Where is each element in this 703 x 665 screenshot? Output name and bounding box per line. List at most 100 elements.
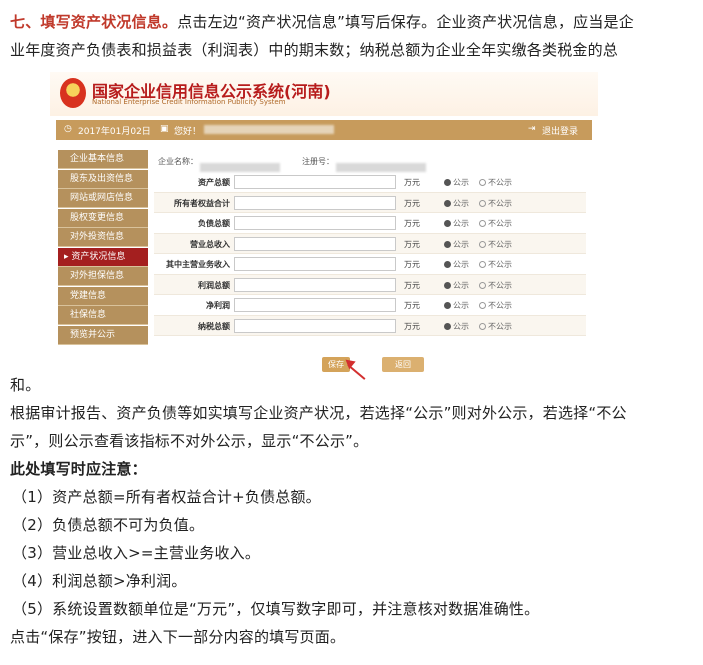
not-public-radio[interactable]: 不公示 (479, 300, 512, 311)
radio-checked-icon (444, 322, 451, 330)
form-row-total-tax: 纳税总额 万元 公示 不公示 (154, 315, 586, 336)
not-public-label: 不公示 (488, 198, 512, 208)
field-label: 净利润 (206, 301, 230, 310)
form-row-total-liabilities: 负债总额 万元 公示 不公示 (154, 213, 586, 234)
reg-no-label: 注册号： (302, 157, 334, 166)
form-row-total-assets: 资产总额 万元 公示 不公示 (154, 172, 586, 193)
total-assets-input[interactable] (234, 175, 396, 189)
total-revenue-input[interactable] (234, 236, 396, 251)
greeting: 您好！ (174, 127, 202, 137)
unit-label: 万元 (404, 239, 420, 249)
not-public-radio[interactable]: 不公示 (479, 280, 512, 291)
public-radio[interactable]: 公示 (444, 300, 469, 311)
public-label: 公示 (453, 239, 469, 249)
field-label: 营业总收入 (190, 239, 230, 249)
radio-checked-icon (444, 199, 451, 207)
sidebar-item-social-security[interactable]: 社保信息 (58, 306, 148, 325)
company-meta: 企业名称： 注册号： (154, 150, 586, 172)
field-label: 利润总额 (198, 280, 230, 290)
public-radio[interactable]: 公示 (444, 198, 469, 209)
public-radio[interactable]: 公示 (444, 218, 469, 229)
field-label: 其中主营业务收入 (166, 260, 230, 269)
asset-form: 企业名称： 注册号： 资产总额 万元 公示 不公示 所有者权益合计 万元 公示 … (154, 150, 586, 336)
sidebar-item-party[interactable]: 党建信息 (58, 286, 148, 306)
form-row-total-profit: 利润总额 万元 公示 不公示 (154, 274, 586, 295)
public-radio[interactable]: 公示 (444, 321, 469, 332)
public-label: 公示 (453, 321, 469, 331)
section-heading: 七、填写资产状况信息。 (10, 13, 178, 31)
sidebar-item-equity-change[interactable]: 股权变更信息 (58, 208, 148, 228)
rule-1: （1）资产总额=所有者权益合计+负债总额。 (12, 488, 321, 506)
owner-equity-input[interactable] (234, 195, 396, 210)
company-name-label: 企业名称： (158, 157, 198, 166)
rule-3: （3）营业总收入>=主营业务收入。 (12, 544, 261, 562)
form-row-total-revenue: 营业总收入 万元 公示 不公示 (154, 233, 586, 254)
radio-unchecked-icon (479, 179, 486, 186)
logout-link[interactable]: 退出登录 (542, 124, 578, 137)
form-row-net-profit: 净利润 万元 公示 不公示 (154, 295, 586, 316)
not-public-label: 不公示 (488, 239, 512, 249)
form-row-owner-equity: 所有者权益合计 万元 公示 不公示 (154, 192, 586, 213)
not-public-radio[interactable]: 不公示 (479, 259, 512, 270)
sidebar-item-preview[interactable]: 预览并公示 (58, 325, 148, 345)
sidebar-item-guarantee[interactable]: 对外担保信息 (58, 267, 148, 286)
not-public-label: 不公示 (488, 178, 512, 187)
not-public-radio[interactable]: 不公示 (479, 198, 512, 209)
intro-line-2: 业年度资产负债表和损益表（利润表）中的期末数；纳税总额为企业全年实缴各类税金的总 (10, 41, 619, 59)
radio-unchecked-icon (479, 240, 486, 248)
radio-unchecked-icon (479, 199, 486, 207)
public-radio[interactable]: 公示 (444, 177, 469, 188)
field-label: 负债总额 (198, 219, 230, 228)
sidebar-item-basic-info[interactable]: 企业基本信息 (58, 150, 148, 169)
total-liabilities-input[interactable] (234, 216, 396, 230)
sidebar-item-assets[interactable]: ▸ 资产状况信息 (58, 247, 148, 267)
radio-unchecked-icon (479, 281, 486, 289)
current-date: 2017年01月02日 (78, 127, 151, 137)
radio-checked-icon (444, 302, 451, 309)
form-rows: 资产总额 万元 公示 不公示 所有者权益合计 万元 公示 不公示 负债总额 万元… (154, 172, 586, 336)
public-label: 公示 (453, 260, 469, 269)
system-subtitle: National Enterprise Credit Information P… (92, 98, 286, 106)
public-radio[interactable]: 公示 (444, 259, 469, 270)
public-label: 公示 (453, 280, 469, 290)
field-label: 纳税总额 (198, 321, 230, 331)
not-public-radio[interactable]: 不公示 (479, 239, 512, 250)
public-radio[interactable]: 公示 (444, 280, 469, 291)
unit-label: 万元 (404, 321, 420, 331)
net-profit-input[interactable] (234, 298, 396, 312)
radio-checked-icon (444, 261, 451, 268)
not-public-radio[interactable]: 不公示 (479, 321, 512, 332)
total-tax-input[interactable] (234, 318, 396, 333)
radio-checked-icon (444, 179, 451, 186)
radio-checked-icon (444, 220, 451, 227)
radio-unchecked-icon (479, 220, 486, 227)
unit-label: 万元 (404, 219, 420, 228)
main-revenue-input[interactable] (234, 257, 396, 271)
public-label: 公示 (453, 198, 469, 208)
not-public-label: 不公示 (488, 280, 512, 290)
public-radio[interactable]: 公示 (444, 239, 469, 250)
clock-icon: ◷ (64, 124, 72, 134)
rule-2: （2）负债总额不可为负值。 (12, 516, 205, 534)
sidebar-item-investment[interactable]: 对外投资信息 (58, 228, 148, 247)
not-public-radio[interactable]: 不公示 (479, 177, 512, 188)
not-public-label: 不公示 (488, 321, 512, 331)
sidebar-item-shareholders[interactable]: 股东及出资信息 (58, 169, 148, 189)
sidebar-item-website[interactable]: 网站或网店信息 (58, 189, 148, 208)
radio-unchecked-icon (479, 322, 486, 330)
public-label: 公示 (453, 178, 469, 187)
back-button[interactable]: 返回 (382, 357, 424, 372)
intro-text-1: 点击左边“资产状况信息”填写后保存。企业资产状况信息，应当是企 (177, 13, 634, 31)
not-public-label: 不公示 (488, 219, 512, 228)
logout-icon[interactable]: ⇥ (528, 124, 536, 134)
total-profit-input[interactable] (234, 277, 396, 292)
not-public-label: 不公示 (488, 260, 512, 269)
not-public-radio[interactable]: 不公示 (479, 218, 512, 229)
public-label: 公示 (453, 301, 469, 310)
public-label: 公示 (453, 219, 469, 228)
para1-line-2: 示”，则公示查看该指标不对外公示，显示“不公示”。 (10, 432, 369, 450)
top-bar: ◷ 2017年01月02日 ▣ 您好！ ⇥ 退出登录 (56, 120, 592, 140)
radio-checked-icon (444, 240, 451, 248)
form-row-main-revenue: 其中主营业务收入 万元 公示 不公示 (154, 254, 586, 275)
para1-line-1: 根据审计报告、资产负债等如实填写企业资产状况，若选择“公示”则对外公示，若选择“… (10, 404, 627, 422)
